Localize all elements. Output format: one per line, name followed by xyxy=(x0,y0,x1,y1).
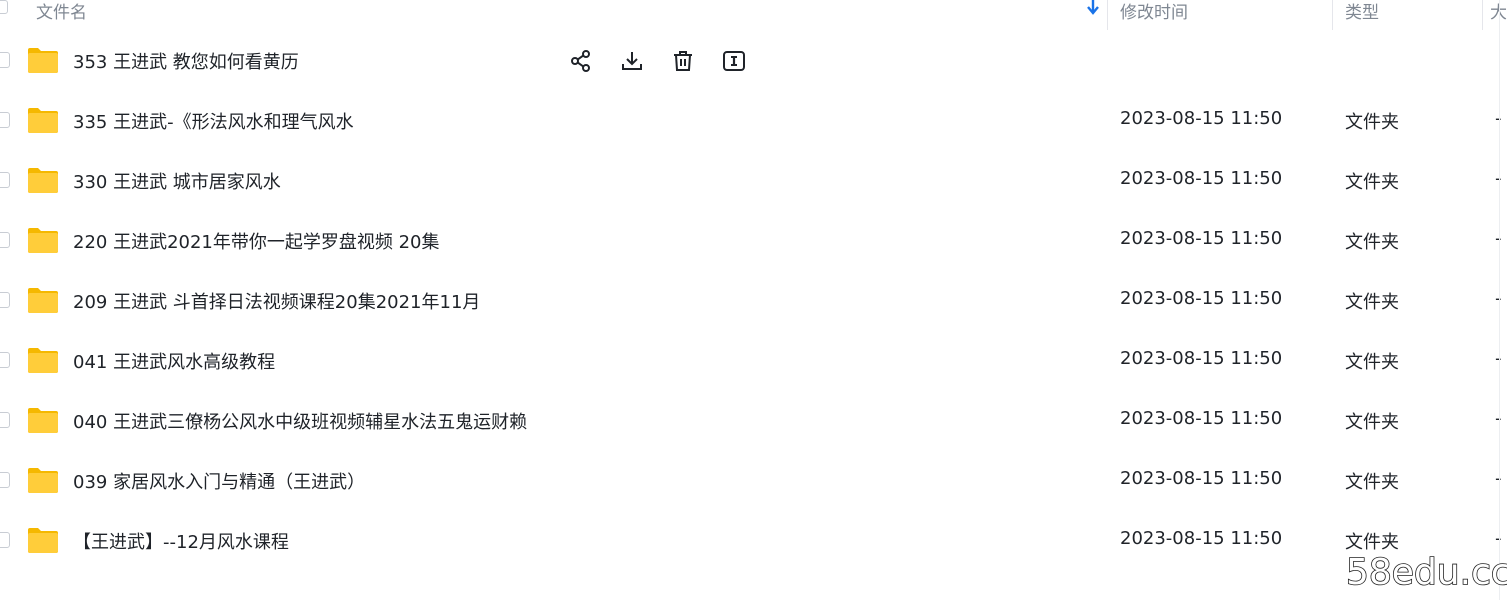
file-name[interactable]: 040 王进武三僚杨公风水中级班视频辅星水法五鬼运财赖 xyxy=(73,408,527,434)
modified-time: 2023-08-15 11:50 xyxy=(1120,168,1283,189)
row-checkbox[interactable] xyxy=(0,412,10,428)
folder-icon xyxy=(27,226,59,254)
row-checkbox[interactable] xyxy=(0,112,10,128)
delete-icon[interactable] xyxy=(670,48,696,74)
file-list-page: 文件名 修改时间 类型 大 353 王进武 教您如何看黄历 xyxy=(0,0,1507,600)
file-type: 文件夹 xyxy=(1345,232,1399,253)
row-checkbox[interactable] xyxy=(0,172,10,188)
file-type: 文件夹 xyxy=(1345,292,1399,313)
file-type: 文件夹 xyxy=(1345,112,1399,133)
modified-time: 2023-08-15 11:50 xyxy=(1120,468,1283,489)
column-divider[interactable] xyxy=(1332,0,1333,30)
row-checkbox[interactable] xyxy=(0,532,10,548)
row-checkbox[interactable] xyxy=(0,472,10,488)
row-checkbox[interactable] xyxy=(0,352,10,368)
file-row[interactable]: 【王进武】--12月风水课程 2023-08-15 11:50 文件夹 - xyxy=(0,510,1507,570)
watermark-text: 58edu.cc xyxy=(1345,551,1507,594)
file-row[interactable]: 040 王进武三僚杨公风水中级班视频辅星水法五鬼运财赖 2023-08-15 1… xyxy=(0,390,1507,450)
column-header-modified-time[interactable]: 修改时间 xyxy=(1120,0,1188,23)
row-checkbox[interactable] xyxy=(0,52,10,68)
folder-icon xyxy=(27,466,59,494)
file-row[interactable]: 041 王进武风水高级教程 2023-08-15 11:50 文件夹 - xyxy=(0,330,1507,390)
folder-icon xyxy=(27,166,59,194)
modified-time: 2023-08-15 11:50 xyxy=(1120,408,1283,429)
file-name[interactable]: 041 王进武风水高级教程 xyxy=(73,348,275,374)
modified-time: 2023-08-15 11:50 xyxy=(1120,348,1283,369)
column-header-type[interactable]: 类型 xyxy=(1345,0,1379,23)
folder-icon xyxy=(27,46,59,74)
file-type: 文件夹 xyxy=(1345,532,1399,553)
file-name[interactable]: 【王进武】--12月风水课程 xyxy=(73,528,289,554)
column-divider[interactable] xyxy=(1107,0,1108,30)
file-row[interactable]: 209 王进武 斗首择日法视频课程20集2021年11月 2023-08-15 … xyxy=(0,270,1507,330)
file-type: 文件夹 xyxy=(1345,352,1399,373)
file-type: 文件夹 xyxy=(1345,412,1399,433)
modified-time: 2023-08-15 11:50 xyxy=(1120,108,1283,129)
folder-icon xyxy=(27,106,59,134)
download-icon[interactable] xyxy=(619,48,645,74)
file-type: 文件夹 xyxy=(1345,472,1399,493)
column-header-name[interactable]: 文件名 xyxy=(36,0,87,23)
file-name[interactable]: 353 王进武 教您如何看黄历 xyxy=(73,48,299,74)
file-row[interactable]: 220 王进武2021年带你一起学罗盘视频 20集 2023-08-15 11:… xyxy=(0,210,1507,270)
file-name[interactable]: 220 王进武2021年带你一起学罗盘视频 20集 xyxy=(73,228,440,254)
file-name[interactable]: 335 王进武-《形法风水和理气风水 xyxy=(73,108,354,134)
row-checkbox[interactable] xyxy=(0,292,10,308)
file-name[interactable]: 039 家居风水入门与精通（王进武） xyxy=(73,468,365,494)
file-name[interactable]: 330 王进武 城市居家风水 xyxy=(73,168,281,194)
rename-icon[interactable] xyxy=(721,48,747,74)
arrow-down-icon[interactable] xyxy=(1085,0,1101,16)
modified-time: 2023-08-15 11:50 xyxy=(1120,288,1283,309)
share-icon[interactable] xyxy=(568,48,594,74)
modified-time: 2023-08-15 11:50 xyxy=(1120,528,1283,549)
select-all-checkbox[interactable] xyxy=(0,0,8,14)
file-type: 文件夹 xyxy=(1345,172,1399,193)
file-row[interactable]: 353 王进武 教您如何看黄历 xyxy=(0,30,1507,90)
modified-time: 2023-08-15 11:50 xyxy=(1120,228,1283,249)
file-row[interactable]: 335 王进武-《形法风水和理气风水 2023-08-15 11:50 文件夹 … xyxy=(0,90,1507,150)
file-name[interactable]: 209 王进武 斗首择日法视频课程20集2021年11月 xyxy=(73,288,480,314)
file-list-header: 文件名 修改时间 类型 大 xyxy=(0,0,1507,32)
folder-icon xyxy=(27,286,59,314)
column-divider[interactable] xyxy=(1482,0,1483,30)
folder-icon xyxy=(27,526,59,554)
folder-icon xyxy=(27,406,59,434)
file-list: 353 王进武 教您如何看黄历 335 王进武-《形法风水和理气风水 2023-… xyxy=(0,30,1507,570)
file-row[interactable]: 039 家居风水入门与精通（王进武） 2023-08-15 11:50 文件夹 … xyxy=(0,450,1507,510)
right-edge-divider xyxy=(1499,0,1500,600)
folder-icon xyxy=(27,346,59,374)
row-action-toolbar xyxy=(568,48,758,72)
file-row[interactable]: 330 王进武 城市居家风水 2023-08-15 11:50 文件夹 - xyxy=(0,150,1507,210)
row-checkbox[interactable] xyxy=(0,232,10,248)
